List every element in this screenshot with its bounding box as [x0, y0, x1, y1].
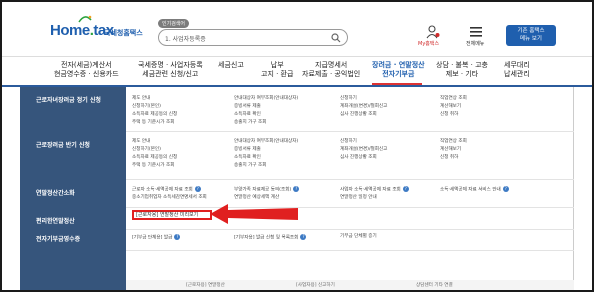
menu-link[interactable]: [기부금 단체용] 발급? [132, 234, 181, 242]
help-icon[interactable]: ? [194, 186, 201, 192]
menu-link[interactable]: 증빙서류 제출 [234, 104, 261, 110]
menu-link[interactable]: 주택 등 기준시가 조회 [132, 163, 174, 169]
screenshot-frame: Home.tax 국세청홈택스 인기검색어 My홈택스 전체메뉴 기존 홈택스 … [0, 0, 594, 292]
menu-link[interactable]: 계산해보기 [440, 147, 461, 153]
menu-link[interactable]: 안내대상자 여부조회(안내대상자) [234, 96, 298, 102]
menu-link[interactable]: 계산해보기 [440, 104, 461, 110]
help-icon[interactable]: ? [402, 186, 409, 192]
help-icon[interactable]: ? [174, 234, 181, 240]
nav-item-counsel[interactable]: 상담 · 불복 · 고충 제보 · 기타 [436, 61, 488, 79]
help-icon[interactable]: ? [293, 186, 300, 192]
all-menu-label[interactable]: 전체메뉴 [466, 40, 484, 47]
category-e-donation[interactable]: 전자기부금영수증 [36, 234, 80, 243]
menu-link[interactable]: 송출지 가구 조회 [234, 120, 267, 126]
logo-subtitle: 국세청홈택스 [104, 29, 143, 37]
menu-link[interactable]: 신청하기(본인) [132, 147, 161, 153]
legacy-hometax-button[interactable]: 기존 홈택스 메뉴 보기 [506, 25, 556, 46]
menu-link[interactable]: 소득자료 확인 [234, 112, 261, 118]
menu-link[interactable]: 안내대상자 여부조회(안내대상자) [234, 139, 298, 145]
menu-link[interactable]: 심사 진행상황 조회 [340, 112, 377, 118]
legacy-button-line2: 메뉴 보기 [520, 36, 542, 42]
background-text: 상담센터 기타 연결 [416, 283, 453, 288]
menu-link[interactable]: 근로자 소득·세액공제 자료 조회? [132, 186, 201, 194]
menu-link[interactable]: 신청 취하 [440, 112, 458, 118]
search-box[interactable] [158, 29, 348, 46]
popular-search-tag: 인기검색어 [158, 19, 190, 28]
menu-link[interactable]: 신청하기 [340, 139, 357, 145]
menu-link[interactable]: 소득자료 제공동의 신청 [132, 112, 177, 118]
search-input[interactable] [165, 32, 315, 44]
legacy-button-line1: 기존 홈택스 [517, 28, 545, 34]
menu-link[interactable]: 사업자 소득·세액공제 자료 조회? [340, 186, 409, 194]
menu-link[interactable]: 증빙서류 제출 [234, 147, 261, 153]
menu-link[interactable]: 연말정산 예상세액 계산 [234, 195, 279, 201]
menu-link[interactable]: 기부금 단체별 증기 [340, 234, 377, 240]
menu-link[interactable]: 제도 안내 [132, 96, 150, 102]
nav-item-etax[interactable]: 전자(세금)계산서 현금영수증 · 신용카드 [54, 61, 119, 79]
my-hometax-label[interactable]: My홈택스 [418, 40, 439, 47]
nav-item-certificates[interactable]: 국세증명 · 사업자등록 세금관련 신청/신고 [138, 61, 203, 79]
site-header: Home.tax 국세청홈택스 인기검색어 My홈택스 전체메뉴 기존 홈택스 … [2, 2, 592, 54]
row-divider [126, 179, 574, 180]
menu-link[interactable]: 신청하기 [340, 96, 357, 102]
nav-item-payment-statement[interactable]: 지급명세서 자료제출 · 공익법인 [302, 61, 360, 79]
row-divider [126, 229, 574, 230]
category-eitc-half[interactable]: 근로장려금 반기 신청 [36, 140, 90, 149]
menu-link[interactable]: 신청하기(본인) [132, 104, 161, 110]
menu-link[interactable]: 연말정산 일정 안내 [340, 195, 377, 201]
menu-link[interactable]: 소득자료 제공동의 신청 [132, 155, 177, 161]
menu-link[interactable]: 심사 진행상황 조회 [340, 155, 377, 161]
hamburger-menu-icon[interactable] [470, 27, 482, 37]
search-icon[interactable] [331, 33, 341, 43]
background-page-strip: [근로자용] 연말정산 [사업자용] 신고하기 상담센터 기타 연결 [126, 280, 574, 290]
category-eitc-regular[interactable]: 근로자녀장려금 정기 신청 [36, 95, 101, 104]
menu-link[interactable]: 직업연상 조회 [440, 139, 467, 145]
menu-link[interactable]: 주택 등 기준시가 조회 [132, 120, 174, 126]
yearend-preview-link[interactable]: [근로자용] 연말정산 미리보기 [136, 212, 198, 219]
menu-link[interactable]: 계좌개설(변경)/철회신고 [340, 104, 387, 110]
category-yearend-simplified[interactable]: 연말정산간소화 [36, 188, 75, 197]
category-easy-yearend[interactable]: 편리한연말정산 [36, 216, 75, 225]
menu-link[interactable]: 소득자료 확인 [234, 155, 261, 161]
row-divider [126, 207, 574, 208]
menu-link[interactable]: 제도 안내 [132, 139, 150, 145]
nav-item-incentive-yearend[interactable]: 장려금 · 연말정산 전자기부금 [372, 61, 425, 79]
menu-link[interactable]: 중소기업취업자 소득세감면명세서 조회 [132, 195, 207, 201]
nav-item-payment[interactable]: 납부 고지 · 환급 [261, 61, 293, 79]
yearend-preview-highlight[interactable]: [근로자용] 연말정산 미리보기 [132, 210, 212, 220]
nav-item-tax-filing[interactable]: 세금신고 [218, 61, 244, 70]
help-icon[interactable]: ? [300, 234, 307, 240]
red-pointer-arrow-icon [210, 204, 298, 224]
menu-link[interactable]: 부양가족 자료제공 동의(조회)? [234, 186, 300, 194]
menu-link[interactable]: [기부자용] 발급 신청 및 목록조회? [234, 234, 307, 242]
menu-link[interactable]: 직업연상 조회 [440, 96, 467, 102]
menu-link[interactable]: 소득·세액공제 자료 서비스 안내? [440, 186, 509, 194]
nav-item-tax-agent[interactable]: 세무대리 납세관리 [504, 61, 530, 79]
background-text: [사업자용] 신고하기 [296, 283, 335, 288]
logo-home-text: Home [50, 22, 90, 39]
row-divider [126, 250, 574, 251]
menu-link[interactable]: 계좌개설(변경)/철회신고 [340, 147, 387, 153]
my-hometax-icon[interactable] [426, 25, 440, 39]
help-icon[interactable]: ? [502, 186, 509, 192]
background-text: [근로자용] 연말정산 [186, 283, 225, 288]
main-nav: 전자(세금)계산서 현금영수증 · 신용카드 국세증명 · 사업자등록 세금관련 신… [2, 56, 592, 86]
menu-link[interactable]: 송출지 가구 조회 [234, 163, 267, 169]
row-divider [126, 131, 574, 132]
menu-link[interactable]: 신청 취하 [440, 155, 458, 161]
